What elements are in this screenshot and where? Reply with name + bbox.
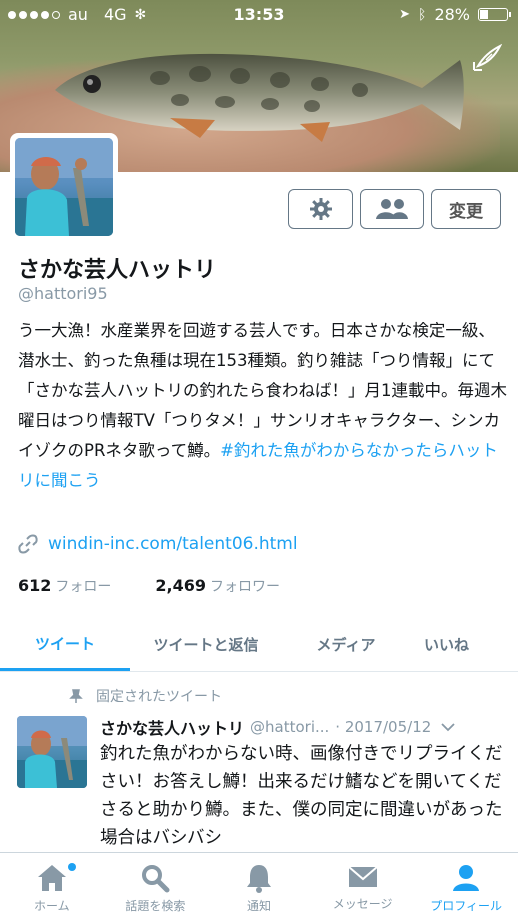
tweet-author-name[interactable]: さかな芸人ハットリ <box>100 715 244 739</box>
avatar <box>15 138 113 236</box>
pinned-label-row: 固定されたツイート <box>68 686 222 706</box>
banner-fish-image <box>55 53 464 142</box>
tab-likes[interactable]: いいね <box>410 618 518 671</box>
envelope-icon <box>347 866 378 887</box>
tweet-date: · 2017/05/12 <box>335 718 432 736</box>
home-icon <box>37 865 66 891</box>
battery-icon <box>478 8 511 21</box>
nav-messages-label: メッセージ <box>332 897 393 911</box>
nav-home-label: ホーム <box>33 899 70 913</box>
nav-messages[interactable]: メッセージ <box>311 853 415 921</box>
profile-handle: @hattori95 <box>18 284 108 303</box>
tweet-author-handle: @hattori... <box>250 718 330 736</box>
avatar-photo <box>15 138 113 236</box>
profile-avatar-frame[interactable] <box>10 133 118 241</box>
search-icon <box>142 865 170 893</box>
tweet-avatar[interactable] <box>17 716 87 788</box>
location-icon: ➤ <box>399 7 411 22</box>
following-label: フォロー <box>55 579 112 595</box>
profile-icon <box>453 865 480 891</box>
bottom-tab-bar: ホーム 話題を検索 通知 メッセージ プロフィール <box>0 852 518 921</box>
nav-profile-label: プロフィール <box>430 899 503 913</box>
pinned-label: 固定されたツイート <box>96 689 222 705</box>
bio-text: う一大漁！水産業界を回遊する芸人です。日本さかな検定一級、潜水士、釣った魚種は現… <box>18 321 507 460</box>
tweet-text: 釣れた魚がわからない時、画像付きでリプライください！お答えし鱒！出来るだけ鰭など… <box>100 744 503 848</box>
gear-icon <box>309 198 332 220</box>
profile-link-row: windin-inc.com/talent06.html <box>18 534 298 554</box>
profile-url-link[interactable]: windin-inc.com/talent06.html <box>48 534 298 554</box>
settings-button[interactable] <box>288 189 353 229</box>
nav-home[interactable]: ホーム <box>0 853 104 921</box>
nav-profile[interactable]: プロフィール <box>414 853 518 921</box>
bluetooth-icon: ᛒ <box>418 6 427 23</box>
new-tweets-dot <box>67 863 76 871</box>
followers-stat[interactable]: 2,469 フォロワー <box>155 576 280 596</box>
following-count: 612 <box>18 576 52 595</box>
nav-search-label: 話題を検索 <box>125 899 186 913</box>
nav-search[interactable]: 話題を検索 <box>104 853 208 921</box>
tab-tweets[interactable]: ツイート <box>0 618 130 671</box>
edit-profile-button[interactable]: 変更 <box>431 189 501 229</box>
status-bar: au 4G ✻ 13:53 ➤ ᛒ 28% <box>0 0 518 30</box>
pin-icon <box>69 689 83 703</box>
profile-tabs: ツイート ツイートと返信 メディア いいね <box>0 618 518 672</box>
link-icon <box>18 534 38 554</box>
lists-button[interactable] <box>360 189 424 229</box>
tab-tweets-and-replies[interactable]: ツイートと返信 <box>130 618 282 671</box>
follow-counts: 612 フォロー 2,469 フォロワー <box>18 576 280 596</box>
nav-notifications[interactable]: 通知 <box>207 853 311 921</box>
chevron-down-icon[interactable] <box>441 722 455 732</box>
followers-count: 2,469 <box>155 576 207 595</box>
following-stat[interactable]: 612 フォロー <box>18 576 111 596</box>
followers-label: フォロワー <box>210 579 281 595</box>
battery-percent: 28% <box>434 5 470 24</box>
nav-notifications-label: 通知 <box>246 899 271 913</box>
tab-media[interactable]: メディア <box>282 618 410 671</box>
tweet-header: さかな芸人ハットリ @hattori... · 2017/05/12 <box>100 715 510 739</box>
profile-name: さかな芸人ハットリ <box>18 258 217 283</box>
compose-tweet-icon[interactable] <box>470 42 502 74</box>
tweet-avatar-photo <box>17 716 87 788</box>
profile-bio: う一大漁！水産業界を回遊する芸人です。日本さかな検定一級、潜水士、釣った魚種は現… <box>18 316 508 496</box>
people-icon <box>376 199 408 219</box>
bell-icon <box>246 865 271 893</box>
